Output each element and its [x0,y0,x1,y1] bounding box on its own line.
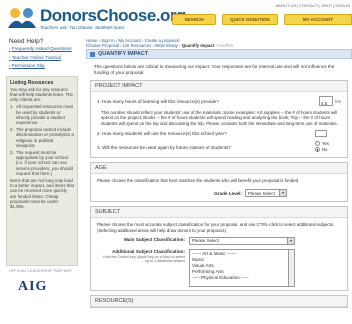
age-section: AGE Please choose the classification tha… [90,162,348,203]
additional-subject-hint: Hold the Control key (Apple key on a Mac… [103,254,185,264]
subject-section: SUBJECT Please choose the most accurate … [90,206,348,291]
main-content: Home › Sign In › My Account › Create a p… [86,36,352,324]
hours-note: This number should reflect your students… [101,110,338,126]
sidebar: Need Help? ›Frequently Asked Questions ›… [6,38,82,318]
additional-subject-label: Additional Subject Classification: [112,248,185,254]
main-subject-select[interactable]: Please Select ▾ [189,236,295,245]
list-option[interactable]: ----- Physical Education ----- [192,275,286,281]
intro-text: The questions below are critical to meas… [94,64,335,75]
arrow-icon: › [9,55,11,61]
listing-rule: 2. The proposal cannot include discrimina… [10,127,74,148]
need-help-heading: Need Help? [9,38,44,45]
grade-select[interactable]: Please Select ▾ [245,189,287,198]
sidebar-link-permission-slip[interactable]: ›Permission Slip [9,64,82,70]
arrow-icon: › [9,47,11,52]
square-icon [90,51,95,57]
search-button[interactable]: SEARCH [172,14,216,25]
chevron-down-icon: ▾ [279,190,286,197]
breadcrumb-link[interactable]: Choose Proposal [86,43,119,48]
section-title: RESOURCE(S) [91,295,347,307]
my-account-button[interactable]: MY ACCOUNT [284,14,352,25]
sidebar-link-faq[interactable]: ›Frequently Asked Questions [9,47,82,53]
question-row: 2. How many students will use the resour… [91,128,347,139]
additional-subject-row: Additional Subject Classification: Hold … [91,247,347,290]
listing-title: Listing Resources [10,79,54,86]
radio-selected-icon [314,147,320,153]
sponsor-label: OFFICIAL LEADERSHIP PARTNER [9,268,72,273]
breadcrumb-link[interactable]: Write Essay [155,43,178,48]
listing-rule: 3. The request must be appropriate by you… [10,150,73,176]
listing-rule: 1. All requested resources must be used b… [10,104,73,125]
page-title-bar: QUANTIFY IMPACT [86,49,352,59]
main-subject-label: Main Subject Classification: [123,236,185,242]
breadcrumb-current: Quantify Impact [181,43,215,48]
radio-no[interactable]: No [314,147,329,153]
hours-input[interactable]: 4.5 [319,96,334,107]
question-label: 2. How many students will use the resour… [97,131,227,137]
quick-donation-button[interactable]: QUICK DONATION [222,14,278,25]
main-subject-value: Please Select [192,238,219,244]
section-title: SUBJECT [91,207,347,219]
radio-icon [314,141,320,147]
page-title: QUANTIFY IMPACT [98,51,149,57]
chevron-down-icon: ▾ [287,237,294,244]
logo[interactable]: DonorsChoose.org Teachers ask. You choos… [6,4,186,32]
question-row: 3. Will the resources be used again by f… [91,139,347,157]
project-impact-section: PROJECT IMPACT 1. How many hours of lear… [90,80,348,159]
question-label: 1. How many hours of learning will this … [97,98,219,104]
logo-icon [8,8,36,28]
listing-resources-box: Listing Resources You may ask for any re… [6,75,78,266]
aig-logo[interactable]: AIG [18,279,82,295]
grade-label: Grade Level: [214,190,242,196]
listing-footer: Items that are not long may lead to a be… [10,178,74,210]
breadcrumb-link[interactable]: List Resources [123,43,151,48]
logo-tagline: Teachers ask. You choose. Students learn… [40,25,126,30]
listing-intro: You may ask for any resource that will h… [10,86,73,103]
grade-select-value: Please Select [248,190,275,196]
grade-row: Grade Level: Please Select ▾ [91,185,347,201]
section-title: PROJECT IMPACT [91,81,347,93]
main-subject-row: Main Subject Classification: Please Sele… [91,235,347,247]
top-links[interactable]: ABOUT US | CONTACT | HELP | SIGN IN [276,3,350,8]
listbox-scrollbar[interactable] [289,248,295,287]
breadcrumb: Home › Sign In › My Account › Create a p… [86,38,234,48]
section-title: AGE [91,163,347,175]
arrow-icon: › [9,64,11,70]
age-desc: Please choose the classification that be… [97,178,300,184]
resources-section: RESOURCE(S) [90,294,348,308]
subject-desc: Please choose the most accurate subject … [97,222,335,233]
additional-subject-listbox[interactable]: ------ Art & Music ------ Music Visual A… [189,248,289,287]
logo-text: DonorsChoose.org [40,6,186,25]
students-input[interactable] [315,130,327,138]
radio-yes[interactable]: Yes [314,141,329,147]
hours-unit: hrs [335,98,341,104]
question-label: 3. Will the resources be used again by f… [97,144,231,150]
breadcrumb-next: Confirm [218,43,234,48]
header: DonorsChoose.org Teachers ask. You choos… [0,0,352,36]
reuse-radio-group: Yes No [314,141,329,153]
question-row: 1. How many hours of learning will this … [91,92,347,108]
sidebar-link-tutorial[interactable]: ›Teacher Online Tutorial [9,56,82,62]
